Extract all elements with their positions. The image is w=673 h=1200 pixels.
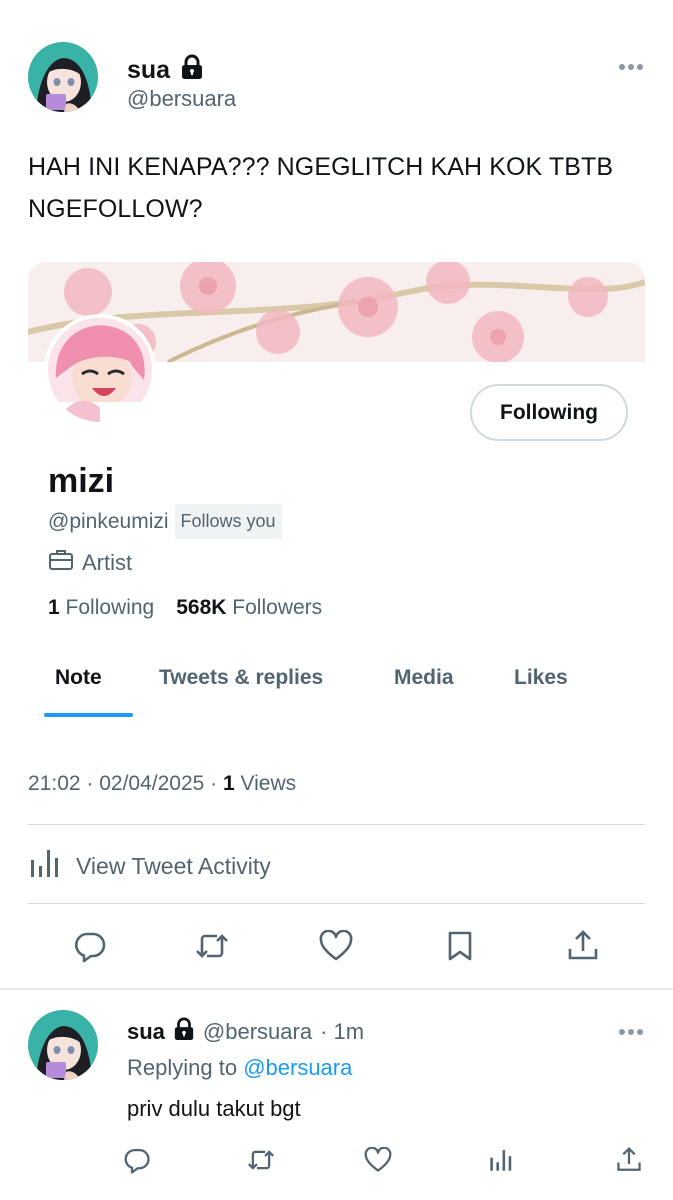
briefcase-icon [48, 548, 74, 578]
profile-card-image[interactable]: Following mizi @pinkeumizi Follows you A… [28, 262, 645, 732]
following-button[interactable]: Following [470, 384, 628, 441]
reply-author-name[interactable]: sua [127, 1019, 165, 1045]
views-count: 1 [222, 772, 235, 795]
author-name[interactable]: sua [127, 56, 170, 85]
followers-count[interactable]: 568K Followers [176, 596, 322, 620]
replying-to-link[interactable]: @bersuara [243, 1055, 352, 1080]
profile-handle: @pinkeumizi [48, 509, 169, 533]
view-tweet-activity[interactable]: View Tweet Activity [28, 846, 271, 886]
reply-author-avatar[interactable] [28, 1010, 98, 1080]
divider [0, 988, 673, 990]
lock-icon [180, 54, 204, 87]
activity-label: View Tweet Activity [76, 852, 271, 879]
author-avatar[interactable] [28, 42, 98, 112]
replying-to: Replying to @bersuara [127, 1055, 352, 1081]
tweet-text: HAH INI KENAPA??? NGEGLITCH KAH KOK TBTB… [28, 153, 614, 223]
views-label: Views [234, 772, 297, 795]
replying-prefix: Replying to [127, 1055, 244, 1080]
tab-likes[interactable]: Likes [514, 666, 568, 690]
active-tab-indicator [44, 713, 133, 717]
following-count[interactable]: 1 Following [48, 596, 154, 620]
following-count-label: Following [65, 596, 155, 619]
retweet-icon[interactable] [244, 1144, 278, 1176]
tab-tweets-replies[interactable]: Tweets & replies [159, 666, 323, 690]
follow-counts: 1 Following 568K Followers [48, 596, 322, 620]
tweet-timestamp[interactable]: 21:02 · 02/04/2025 · [28, 772, 223, 795]
bookmark-icon[interactable] [440, 926, 480, 966]
author-name-row[interactable]: sua [127, 54, 204, 87]
share-icon[interactable] [612, 1144, 646, 1176]
more-icon[interactable] [618, 1023, 644, 1041]
profile-role-row: Artist [48, 548, 132, 578]
divider [28, 824, 645, 825]
reply-icon[interactable] [120, 1144, 154, 1176]
reply-author-handle[interactable]: @bersuara [203, 1019, 312, 1045]
tab-media[interactable]: Media [394, 666, 454, 690]
profile-tabs: Note Tweets & replies Media Likes [28, 662, 645, 720]
reply-icon[interactable] [70, 926, 110, 966]
share-icon[interactable] [563, 926, 603, 966]
followers-count-value: 568K [176, 596, 227, 619]
profile-role: Artist [82, 550, 133, 575]
like-icon[interactable] [361, 1144, 395, 1176]
tweet-actions [28, 926, 645, 966]
lock-icon [173, 1017, 195, 1047]
reply-actions [120, 1144, 650, 1176]
reply-header: sua @bersuara · 1m [127, 1017, 364, 1047]
profile-avatar[interactable] [44, 314, 156, 426]
like-icon[interactable] [316, 926, 356, 966]
follows-you-badge: Follows you [174, 504, 282, 539]
following-count-value: 1 [48, 596, 60, 619]
profile-handle-row: @pinkeumizi Follows you [48, 504, 282, 539]
tab-note[interactable]: Note [55, 666, 102, 690]
followers-count-label: Followers [232, 596, 323, 619]
activity-icon[interactable] [484, 1144, 518, 1176]
divider [28, 903, 645, 904]
author-handle[interactable]: @bersuara [127, 86, 236, 112]
retweet-icon[interactable] [192, 926, 232, 966]
activity-icon [28, 846, 62, 886]
more-icon[interactable] [618, 58, 644, 76]
reply-text: priv dulu takut bgt [127, 1096, 301, 1121]
reply-time[interactable]: · 1m [320, 1019, 364, 1045]
profile-name: mizi [48, 462, 115, 500]
tweet-meta: 21:02 · 02/04/2025 · 1 Views [28, 772, 296, 796]
